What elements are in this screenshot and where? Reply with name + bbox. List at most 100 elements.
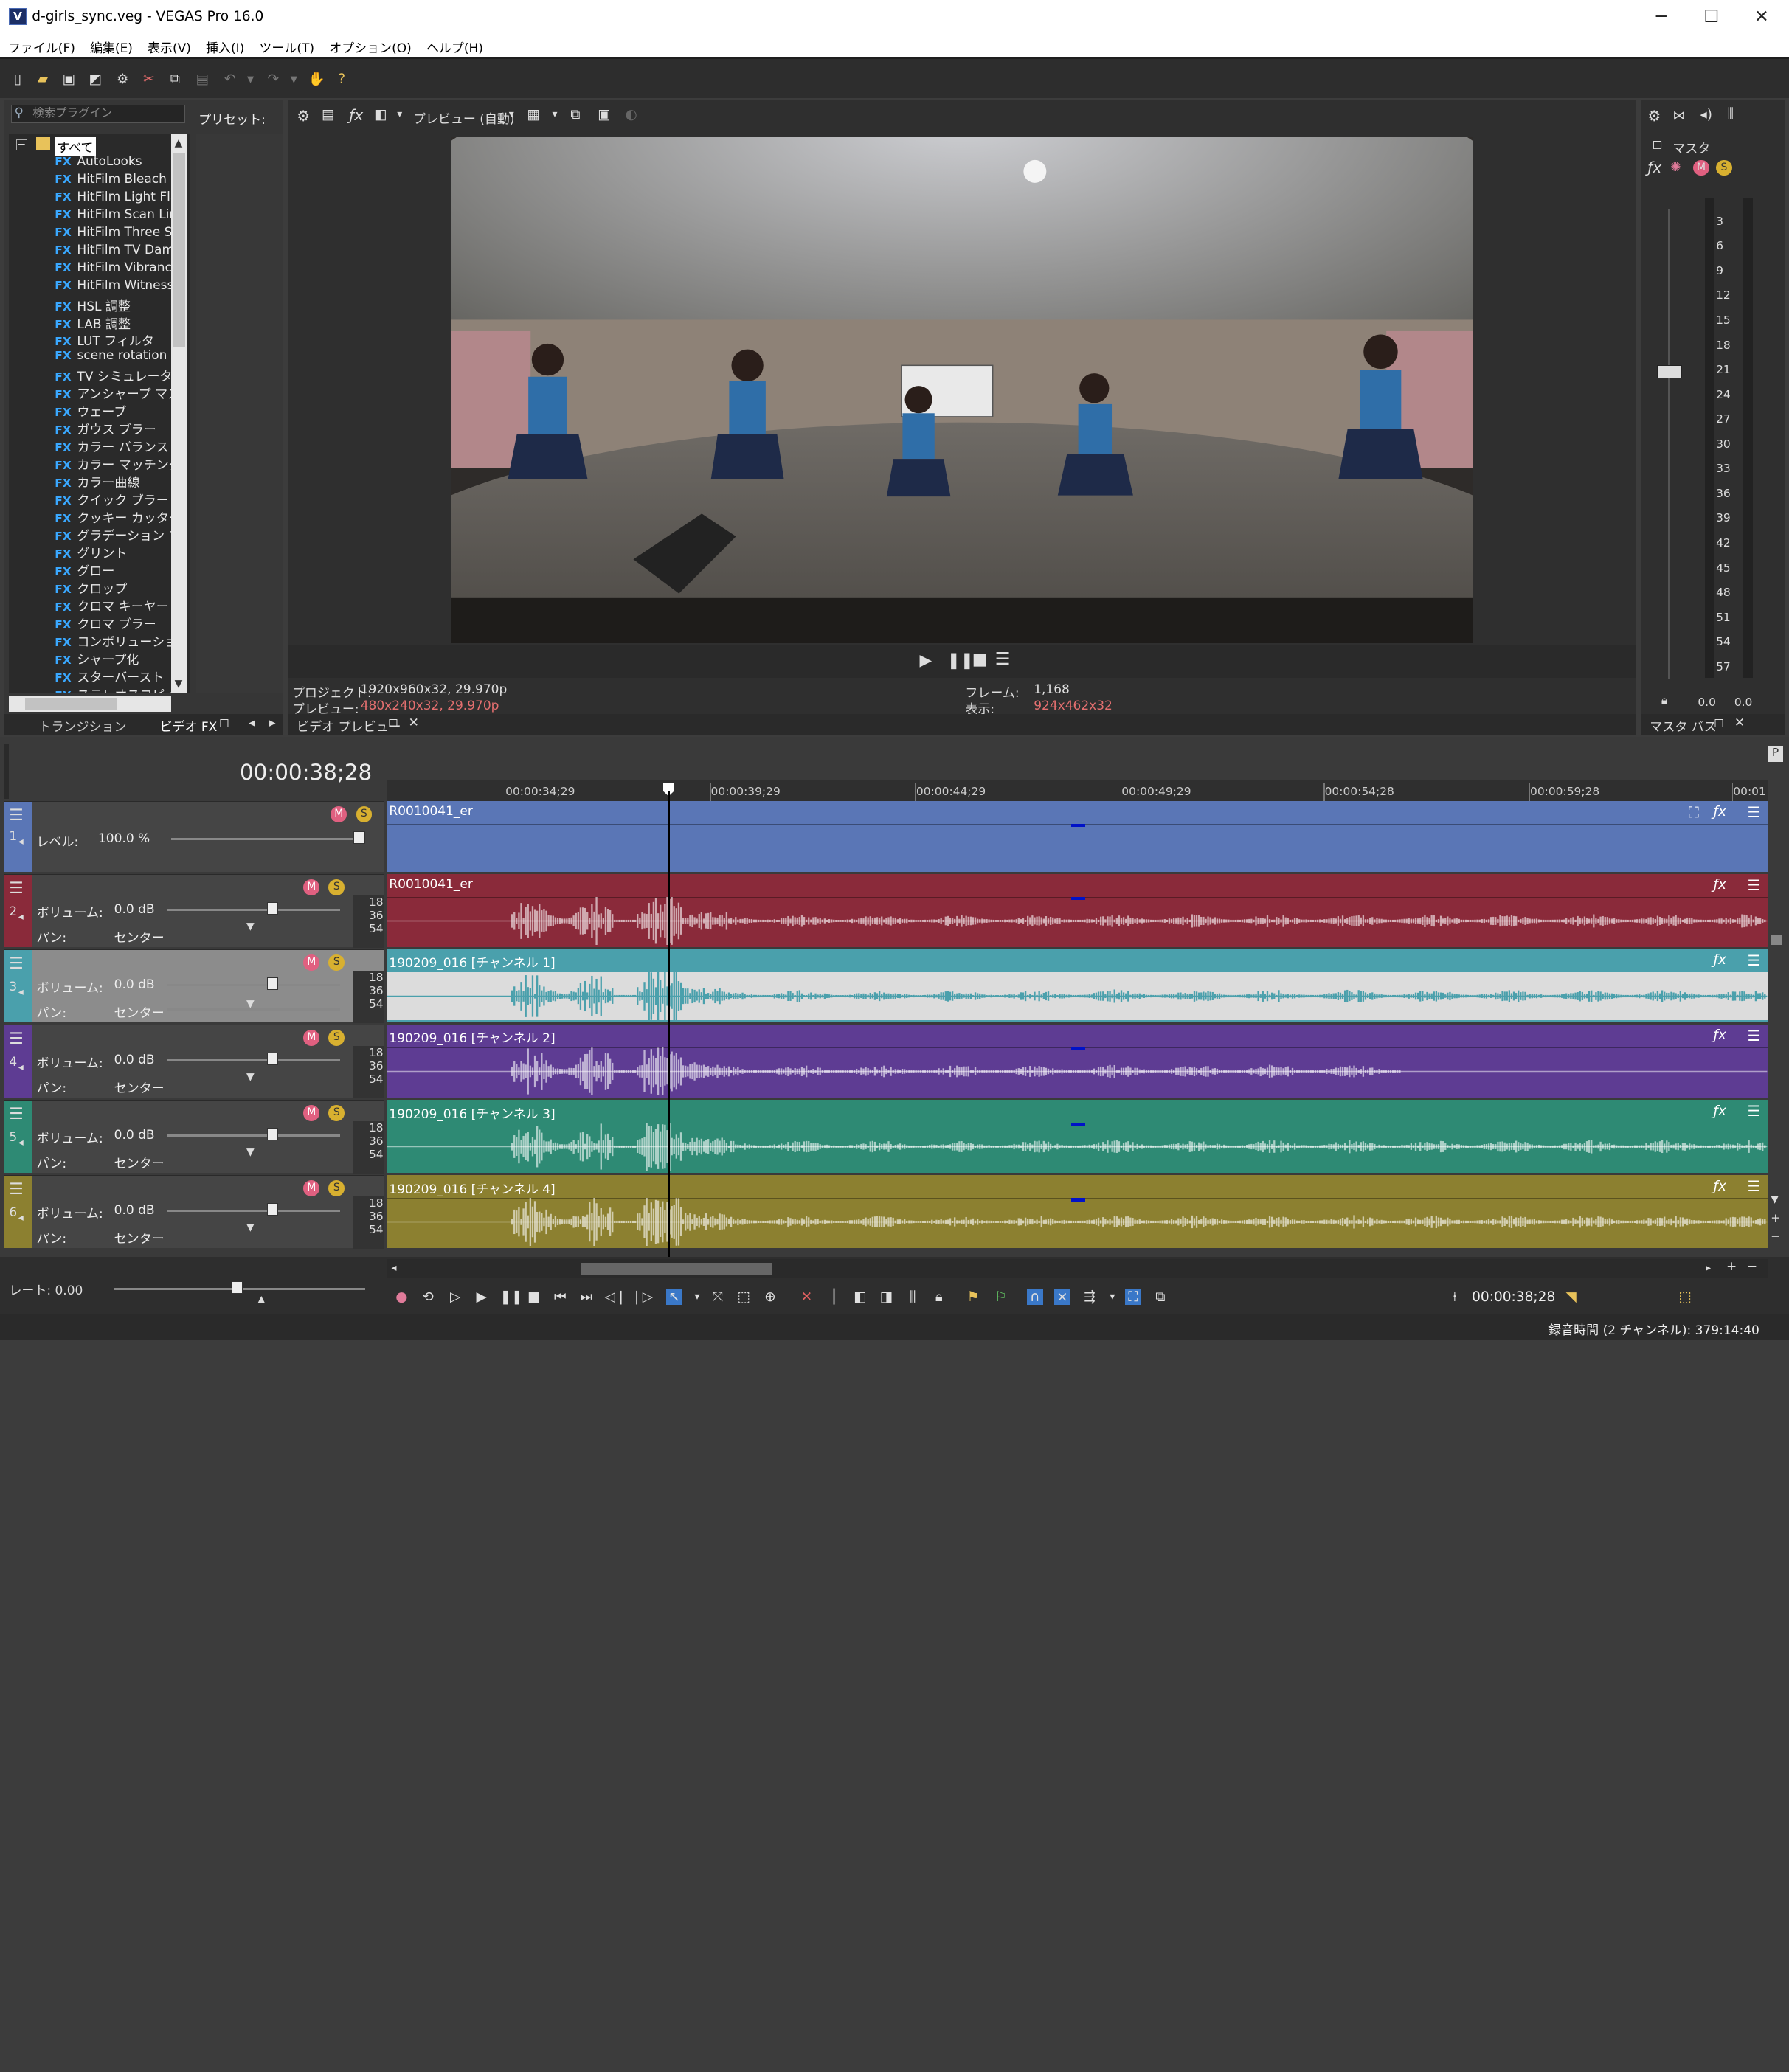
preview-video-frame[interactable] (450, 136, 1473, 644)
track-header[interactable]: ☰ 4 ◂ M S ボリューム: 0.0 dB パン: センター ▼ 18 36 54 (4, 1024, 384, 1098)
track-expand-icon[interactable]: ◂ (18, 911, 24, 923)
track-event[interactable]: 190209_016 [チャンネル 4] ƒx ☰ (387, 1174, 1768, 1248)
solo-icon[interactable]: S (356, 805, 373, 822)
downmix-icon[interactable]: ⋈ (1672, 108, 1685, 123)
solo-icon[interactable]: S (328, 1180, 345, 1196)
automation-icon[interactable]: ✺ (1670, 160, 1681, 175)
menu-help[interactable]: ヘルプ(H) (418, 34, 490, 56)
plugin-list-item[interactable]: FX TV シミュレータ (55, 366, 178, 383)
auto-ripple-icon[interactable]: ⇶ (1082, 1289, 1098, 1306)
lock-icon[interactable]: 🔒︎ (931, 1289, 947, 1306)
event-fx-icon[interactable]: ƒx (1713, 1028, 1726, 1043)
plugin-list-item[interactable]: FX クイック ブラー (55, 490, 178, 507)
plugin-list-item[interactable]: FX グリント (55, 543, 178, 560)
save-snapshot-icon[interactable]: ▣ (598, 107, 611, 122)
volume-slider-knob[interactable] (266, 1203, 279, 1216)
maximize-button[interactable]: ☐ (1689, 2, 1734, 32)
edit-tool-dropdown-icon[interactable]: ▾ (689, 1289, 705, 1306)
track-menu-icon[interactable]: ☰ (9, 1180, 23, 1199)
trim-start-icon[interactable]: ◧ (852, 1289, 868, 1306)
undock-icon[interactable]: ◻ (1714, 716, 1724, 730)
redo-dropdown-icon[interactable]: ▾ (286, 71, 302, 88)
plugin-list-item[interactable]: FX HitFilm Bleach B (55, 172, 178, 189)
plugin-list-item[interactable]: FX HitFilm TV Dama (55, 243, 178, 260)
hscroll-thumb[interactable] (24, 698, 117, 710)
play-from-start-icon[interactable]: ▷ (447, 1289, 463, 1306)
mixer-icon[interactable]: ⫼ (1728, 106, 1734, 122)
mute-icon[interactable]: M (1693, 159, 1709, 176)
tab-video-fx[interactable]: ビデオ FX (160, 716, 218, 735)
plugin-list-item[interactable]: FX スターバースト (55, 667, 178, 684)
auto-crossfade-icon[interactable]: ⨯ (1054, 1289, 1070, 1306)
hscroll-left-icon[interactable]: ◂ (391, 1262, 396, 1274)
volume-slider-knob[interactable] (266, 1128, 279, 1141)
plugin-list-hscrollbar[interactable] (9, 696, 171, 713)
minimize-button[interactable]: ─ (1639, 2, 1684, 32)
play-icon[interactable]: ▶ (474, 1289, 490, 1306)
prev-frame-icon[interactable]: ◁❘ (605, 1289, 627, 1306)
solo-icon[interactable]: S (328, 879, 345, 895)
event-menu-icon[interactable]: ☰ (1747, 803, 1760, 821)
next-frame-icon[interactable]: ❘▷ (631, 1289, 653, 1306)
track-event[interactable]: R0010041_er ƒx ☰ (387, 873, 1768, 947)
pause-icon[interactable]: ❚❚ (499, 1289, 522, 1306)
close-tab-icon[interactable]: ✕ (409, 716, 419, 730)
pan-slider-knob[interactable]: ▼ (246, 921, 255, 932)
copy-icon[interactable]: ⧉ (167, 71, 184, 88)
undock-icon[interactable]: ◻ (219, 716, 229, 730)
go-to-end-icon[interactable]: ⏭︎ (578, 1289, 595, 1306)
event-menu-icon[interactable]: ☰ (1747, 1027, 1760, 1044)
trim-end-icon[interactable]: ◨ (879, 1289, 895, 1306)
track-event[interactable]: R0010041_er ƒx ☰ ⛶ (387, 800, 1768, 872)
plugin-list-item[interactable]: FX カラー マッチング (55, 454, 178, 471)
master-checkbox-icon[interactable]: ◻ (1652, 137, 1662, 152)
preview-menu-icon[interactable]: ☰ (995, 649, 1011, 669)
plugin-list-item[interactable]: FX HitFilm Light Fla (55, 190, 178, 207)
plugin-list-item[interactable]: FX クロップ (55, 578, 178, 595)
scroll-down-icon[interactable]: ▼ (175, 678, 183, 690)
solo-icon[interactable]: S (328, 1105, 345, 1121)
event-fx-icon[interactable]: ƒx (1713, 877, 1726, 893)
zoom-in-h-icon[interactable]: + (1726, 1259, 1737, 1274)
zoom-in-v-icon[interactable]: + (1771, 1211, 1780, 1224)
overlays-grid-icon[interactable]: ▦ (527, 107, 541, 122)
plugin-list-item[interactable]: FX HitFilm Vibrance (55, 260, 178, 277)
mute-icon[interactable]: M (303, 879, 320, 895)
play-icon[interactable]: ▶ (920, 651, 932, 670)
pan-slider-knob[interactable]: ▼ (246, 1146, 255, 1158)
pan-slider-knob[interactable]: ▼ (246, 1222, 255, 1233)
track-header[interactable]: ☰ 2 ◂ M S ボリューム: 0.0 dB パン: センター ▼ 18 36 54 (4, 873, 384, 948)
track-event[interactable]: 190209_016 [チャンネル 2] ƒx ☰ (387, 1024, 1768, 1098)
track-menu-icon[interactable]: ☰ (9, 954, 23, 973)
snapping-icon[interactable]: ∩ (1026, 1289, 1043, 1306)
event-menu-icon[interactable]: ☰ (1747, 1102, 1760, 1120)
menu-tools[interactable]: ツール(T) (252, 34, 322, 56)
plugin-list-item[interactable]: FX HitFilm Witness (55, 278, 178, 295)
preview-settings-gear-icon[interactable]: ⚙ (297, 107, 310, 125)
plugin-list-item[interactable]: FX LUT フィルタ (55, 330, 178, 347)
event-pan-crop-icon[interactable]: ⛶ (1689, 803, 1699, 822)
pan-slider-knob[interactable]: ▼ (246, 998, 255, 1010)
plugin-list-item[interactable]: FX クロマ キーヤー (55, 596, 178, 613)
zoom-out-h-icon[interactable]: − (1747, 1259, 1757, 1274)
copy-snapshot-icon[interactable]: ⧉ (570, 107, 580, 122)
undo-icon[interactable]: ↶ (221, 71, 238, 88)
track-expand-icon[interactable]: ◂ (18, 1061, 24, 1073)
level-slider-knob[interactable] (353, 831, 365, 844)
vscroll-down-icon[interactable]: ▼ (1771, 1193, 1779, 1205)
zoom-tool-icon[interactable]: ⊕ (762, 1289, 778, 1306)
ignore-grouping-icon[interactable]: ⧉ (1152, 1289, 1169, 1306)
timeline-hscrollbar[interactable]: ◂ ▸ + − (387, 1259, 1768, 1278)
menu-options[interactable]: オプション(O) (321, 34, 418, 56)
tab-next-icon[interactable]: ▸ (269, 716, 276, 730)
save-icon[interactable]: ▣ (60, 71, 77, 88)
track-header[interactable]: ☰ 1 ◂ M S レベル: 100.0 % (4, 800, 384, 872)
envelope-tool-icon[interactable]: ⤧ (710, 1289, 726, 1306)
quality-dropdown-icon[interactable]: ▾ (509, 108, 514, 120)
vscroll-thumb[interactable] (1771, 935, 1782, 945)
event-fx-icon[interactable]: ƒx (1713, 804, 1726, 820)
plugin-list-item[interactable]: FX グラデーション マップ (55, 525, 178, 542)
timeline-menu-icon[interactable]: P (1767, 746, 1784, 763)
master-fader-knob[interactable] (1656, 364, 1682, 379)
plugin-list-item[interactable]: FX ウェーブ (55, 401, 178, 418)
